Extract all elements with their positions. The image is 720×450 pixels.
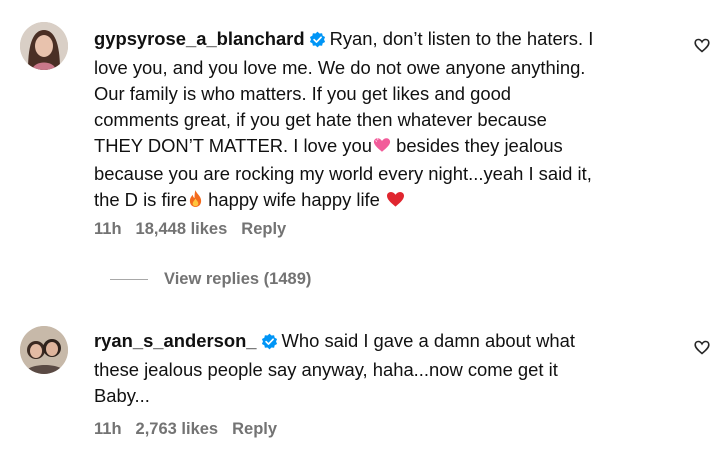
heart-outline-icon[interactable] — [694, 340, 710, 360]
likes-count[interactable]: 18,448 likes — [136, 220, 228, 238]
comment-line: Who said I gave a damn about what — [281, 330, 575, 351]
comment-text: ryan_s_anderson_ Who said I gave a damn a… — [94, 328, 679, 409]
comment-line: happy wife happy life — [208, 189, 380, 210]
comment-line: the D is fire — [94, 189, 188, 210]
verified-badge-icon — [309, 29, 326, 55]
username[interactable]: ryan_s_anderson_ — [94, 330, 257, 351]
sparkling-heart-emoji-icon — [373, 135, 391, 161]
comment-line: love you, and you love me. We do not owe… — [94, 57, 586, 78]
comment-meta: 11h 2,763 likes Reply — [94, 420, 291, 439]
heart-outline-icon[interactable] — [694, 38, 710, 58]
verified-badge-icon — [261, 331, 278, 357]
comment-line: besides they jealous — [396, 135, 563, 156]
comment-line: because you are rocking my world every n… — [94, 163, 592, 184]
red-heart-emoji-icon — [386, 189, 405, 215]
comment-line: Our family is who matters. If you get li… — [94, 83, 512, 104]
comment-line: these jealous people say anyway, haha...… — [94, 359, 558, 380]
likes-count[interactable]: 2,763 likes — [136, 420, 219, 438]
view-replies-button[interactable]: View replies (1489) — [110, 270, 311, 289]
timestamp: 11h — [94, 420, 122, 438]
avatar[interactable] — [20, 22, 68, 70]
reply-button[interactable]: Reply — [232, 420, 277, 438]
view-replies-label: View replies (1489) — [164, 270, 312, 288]
comment-meta: 11h 18,448 likes Reply — [94, 220, 300, 239]
comment-line: Baby... — [94, 385, 150, 406]
comment-line: THEY DON’T MATTER. I love you — [94, 135, 372, 156]
fire-emoji-icon — [188, 189, 203, 215]
avatar[interactable] — [20, 326, 68, 374]
replies-divider — [110, 279, 148, 280]
timestamp: 11h — [94, 220, 122, 238]
reply-button[interactable]: Reply — [241, 220, 286, 238]
username[interactable]: gypsyrose_a_blanchard — [94, 28, 305, 49]
comment-text: gypsyrose_a_blanchard Ryan, don’t listen … — [94, 26, 679, 215]
comment-line: Ryan, don’t listen to the haters. I — [329, 28, 594, 49]
comment-line: comments great, if you get hate then wha… — [94, 109, 547, 130]
